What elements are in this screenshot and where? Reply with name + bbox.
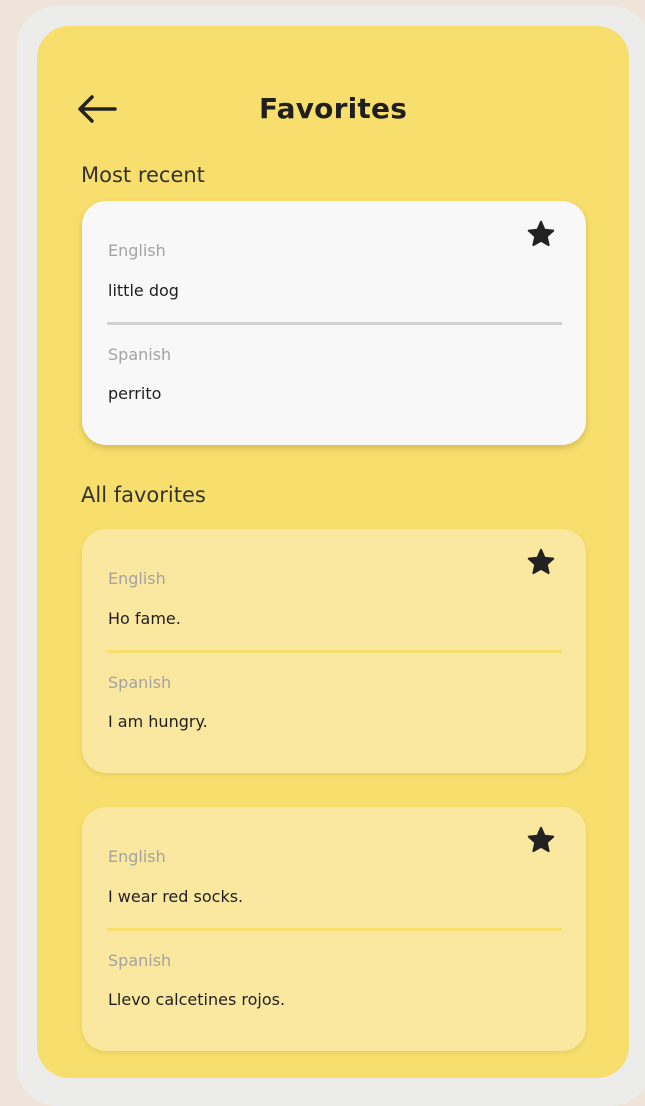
source-language-label: English [108,241,166,260]
favorite-star-button[interactable] [526,547,556,577]
page-title: Favorites [258,92,408,125]
divider [107,322,562,325]
target-phrase-text: I am hungry. [108,712,208,731]
section-title-all-favorites: All favorites [81,483,206,507]
target-language-label: Spanish [108,345,172,364]
source-language-label: English [108,569,166,588]
source-phrase-text: Ho fame. [108,609,181,628]
header: Favorites [37,84,629,134]
star-icon [527,826,555,853]
star-icon [527,220,555,247]
divider [107,928,562,931]
section-title-most-recent: Most recent [81,163,205,187]
favorite-phrase-card[interactable]: English I wear red socks. Spanish Llevo … [82,807,586,1051]
divider [107,650,562,653]
target-phrase-text: perrito [108,384,162,403]
source-language-label: English [108,847,166,866]
source-phrase-text: I wear red socks. [108,887,244,906]
star-icon [527,548,555,575]
favorite-star-button[interactable] [526,219,556,249]
favorite-phrase-card[interactable]: English Ho fame. Spanish I am hungry. [82,529,586,773]
target-language-label: Spanish [108,673,172,692]
recent-phrase-card[interactable]: English little dog Spanish perrito [82,201,586,445]
app-screen: Favorites Most recent English little dog… [37,26,629,1078]
target-phrase-text: Llevo calcetines rojos. [108,990,286,1009]
favorite-star-button[interactable] [526,825,556,855]
target-language-label: Spanish [108,951,172,970]
source-phrase-text: little dog [108,281,179,300]
